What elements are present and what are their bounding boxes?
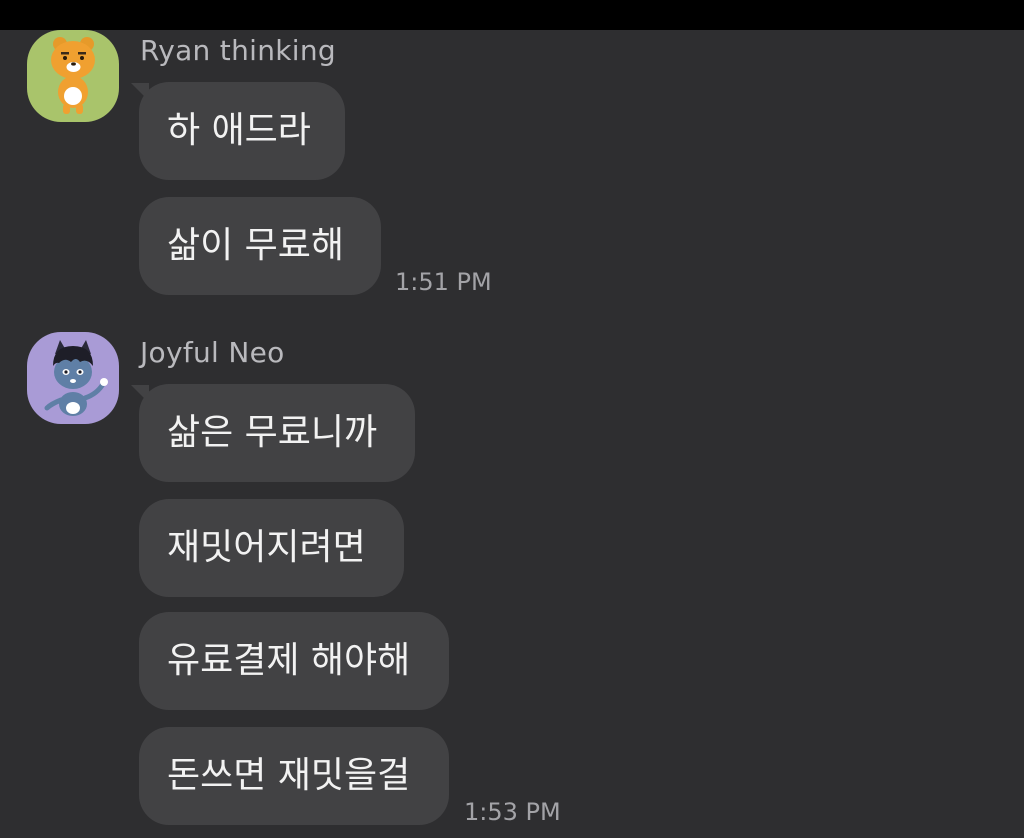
sender-name: Joyful Neo xyxy=(140,336,285,369)
message-bubble[interactable]: 삶이 무료해 xyxy=(139,197,381,295)
message-bubble[interactable]: 유료결제 해야해 xyxy=(139,612,449,710)
ryan-avatar[interactable] xyxy=(27,30,119,122)
status-bar xyxy=(0,0,1024,30)
ryan-character-icon xyxy=(51,37,95,114)
message-bubble[interactable]: 하 애드라 xyxy=(139,82,345,180)
sender-name: Ryan thinking xyxy=(140,34,336,67)
message-bubble[interactable]: 돈쓰면 재밋을걸 xyxy=(139,727,449,825)
chat-area[interactable]: Ryan thinking 하 애드라 삶이 무료해 1:51 PM Joyfu… xyxy=(0,30,1024,838)
neo-avatar[interactable] xyxy=(27,332,119,424)
message-bubble[interactable]: 삶은 무료니까 xyxy=(139,384,415,482)
message-timestamp: 1:53 PM xyxy=(464,798,561,826)
neo-character-icon xyxy=(44,340,108,416)
message-bubble[interactable]: 재밋어지려면 xyxy=(139,499,404,597)
message-timestamp: 1:51 PM xyxy=(395,268,492,296)
